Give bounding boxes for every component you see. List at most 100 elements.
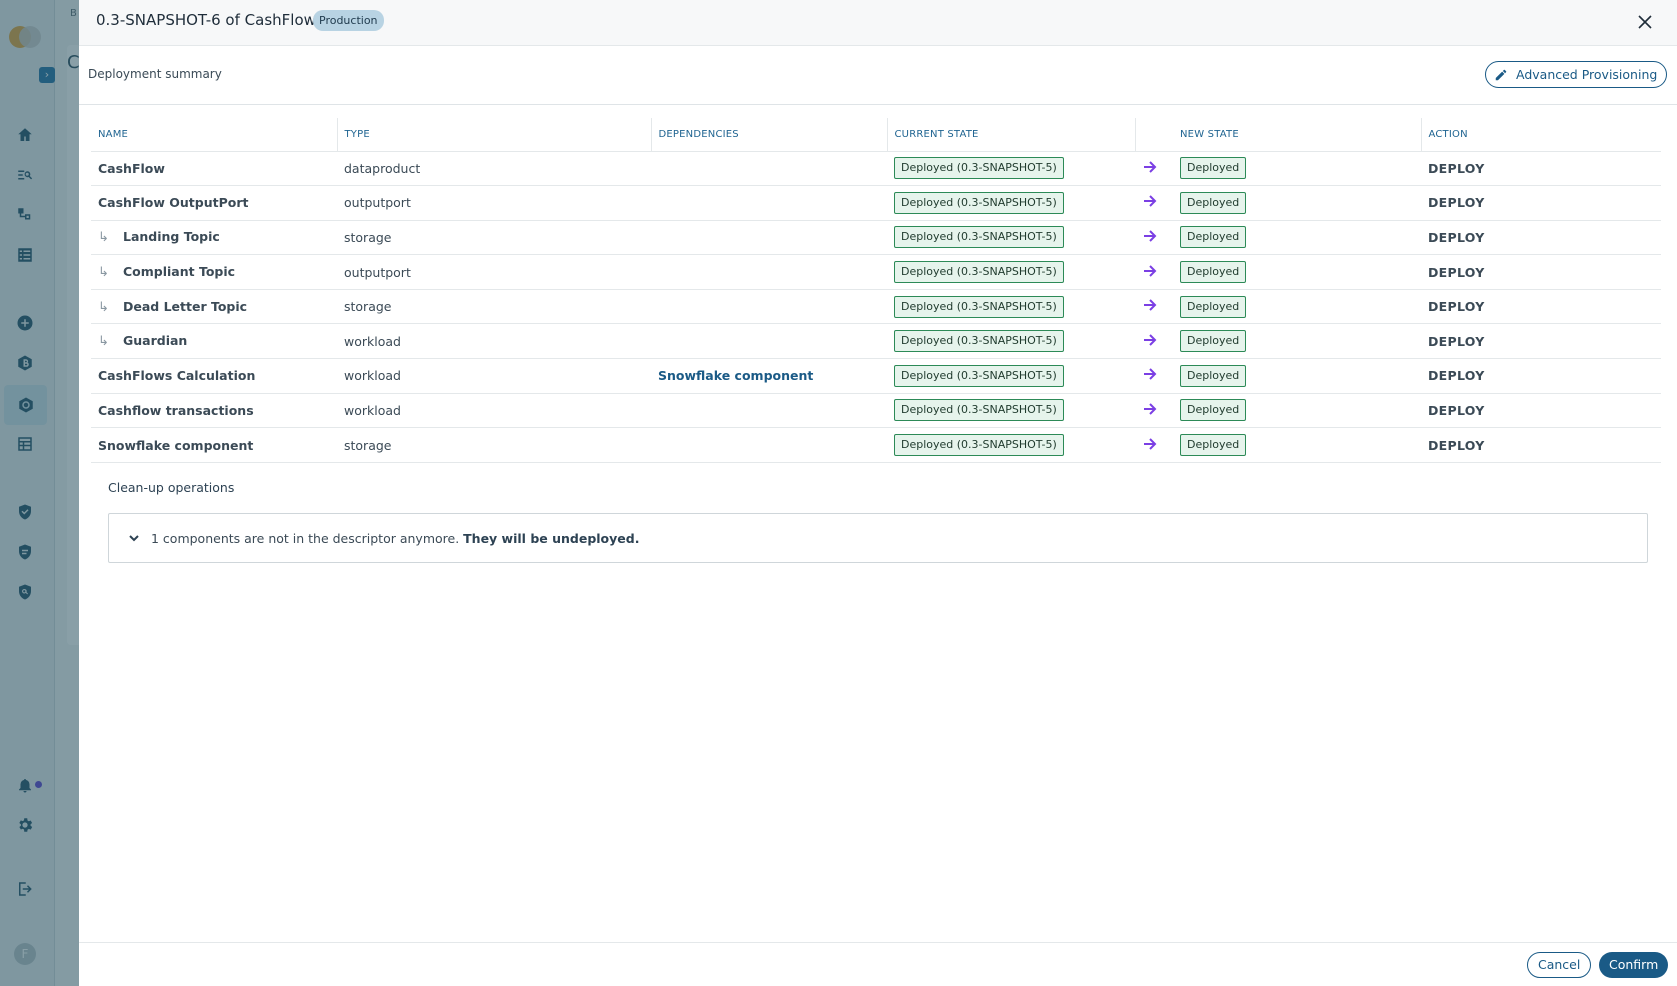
drawer-title: 0.3-SNAPSHOT-6 of CashFlow xyxy=(96,11,316,29)
component-type: workload xyxy=(337,323,651,360)
summary-title: Deployment summary xyxy=(88,67,222,81)
new-state-chip: Deployed xyxy=(1180,261,1247,284)
transition-arrow-cell xyxy=(1135,323,1173,360)
table-row: ↳ Compliant Topic outputport Deployed (0.3-… xyxy=(91,254,1661,290)
chevron-down-icon[interactable] xyxy=(127,531,141,545)
column-header-type: TYPE xyxy=(336,118,651,152)
component-dependency-cell xyxy=(651,289,887,325)
current-state-chip: Deployed (0.3-SNAPSHOT-5) xyxy=(894,157,1064,180)
current-state-cell: Deployed (0.3-SNAPSHOT-5) xyxy=(887,185,1135,221)
advanced-provisioning-label: Advanced Provisioning xyxy=(1516,67,1658,82)
action-label: DEPLOY xyxy=(1421,358,1661,394)
current-state-chip: Deployed (0.3-SNAPSHOT-5) xyxy=(894,434,1064,457)
current-state-cell: Deployed (0.3-SNAPSHOT-5) xyxy=(887,427,1135,463)
transition-arrow-cell xyxy=(1135,151,1173,187)
current-state-cell: Deployed (0.3-SNAPSHOT-5) xyxy=(887,323,1135,360)
child-indent-icon: ↳ xyxy=(98,334,109,350)
component-dependency-cell xyxy=(651,393,887,429)
transition-arrow-cell xyxy=(1135,427,1173,463)
table-row: Cashflow transactions workload Deployed (0… xyxy=(91,393,1661,429)
child-indent-icon: ↳ xyxy=(98,230,109,246)
component-name-cell: Cashflow transactions xyxy=(91,393,337,429)
arrow-right-icon xyxy=(1144,437,1157,450)
column-header-action: ACTION xyxy=(1420,118,1661,152)
arrow-right-icon xyxy=(1144,403,1157,415)
action-label: DEPLOY xyxy=(1421,220,1661,256)
current-state-chip: Deployed (0.3-SNAPSHOT-5) xyxy=(894,399,1064,422)
component-name-cell: CashFlow OutputPort xyxy=(91,185,337,221)
current-state-cell: Deployed (0.3-SNAPSHOT-5) xyxy=(887,254,1135,290)
arrow-right-icon xyxy=(1144,368,1157,381)
component-dependency-cell xyxy=(651,254,887,290)
component-name: Snowflake component xyxy=(98,437,254,453)
table-row: Snowflake component storage Deployed (0.3-… xyxy=(91,427,1661,463)
current-state-cell: Deployed (0.3-SNAPSHOT-5) xyxy=(887,358,1135,394)
component-name-cell: ↳ Guardian xyxy=(91,323,337,360)
drawer-footer: Cancel Confirm xyxy=(79,942,1677,986)
current-state-chip: Deployed (0.3-SNAPSHOT-5) xyxy=(894,364,1064,387)
component-name-cell: ↳ Compliant Topic xyxy=(91,254,337,290)
environment-badge: Production xyxy=(313,10,384,31)
table-row: CashFlow OutputPort outputport Deployed (0… xyxy=(91,185,1661,221)
new-state-cell: Deployed xyxy=(1173,220,1421,256)
component-type: outputport xyxy=(337,185,651,221)
current-state-cell: Deployed (0.3-SNAPSHOT-5) xyxy=(887,393,1135,429)
component-type: workload xyxy=(337,358,651,394)
table-row: ↳ Landing Topic storage Deployed (0.3-SNAPS… xyxy=(91,220,1661,256)
current-state-cell: Deployed (0.3-SNAPSHOT-5) xyxy=(887,151,1135,187)
confirm-button[interactable]: Confirm xyxy=(1599,952,1669,978)
close-icon[interactable] xyxy=(1634,11,1656,33)
child-indent-icon: ↳ xyxy=(98,265,109,281)
action-label: DEPLOY xyxy=(1421,185,1661,221)
cancel-button[interactable]: Cancel xyxy=(1527,952,1592,978)
action-label: DEPLOY xyxy=(1421,323,1661,360)
table-row: CashFlows Calculation workload Snowflake c… xyxy=(91,358,1661,394)
arrow-right-icon xyxy=(1144,334,1157,346)
advanced-provisioning-button[interactable]: Advanced Provisioning xyxy=(1485,61,1668,88)
arrow-right-icon xyxy=(1144,264,1157,277)
component-type: storage xyxy=(337,289,651,325)
new-state-cell: Deployed xyxy=(1173,323,1421,360)
arrow-right-icon xyxy=(1144,299,1157,311)
cleanup-accordion[interactable]: 1 components are not in the descriptor a… xyxy=(108,513,1648,563)
component-name: Dead Letter Topic xyxy=(123,298,248,314)
new-state-chip: Deployed xyxy=(1180,157,1247,180)
component-dependency-cell xyxy=(651,151,887,187)
arrow-right-icon xyxy=(1144,230,1157,242)
drawer-header: 0.3-SNAPSHOT-6 of CashFlow Production xyxy=(79,0,1677,46)
component-name: Guardian xyxy=(123,333,188,349)
dependency-link[interactable]: Snowflake component xyxy=(658,368,813,383)
action-label: DEPLOY xyxy=(1421,289,1661,325)
new-state-chip: Deployed xyxy=(1180,434,1247,457)
component-type: dataproduct xyxy=(337,151,651,187)
column-header-dependencies: DEPENDENCIES xyxy=(650,118,887,152)
column-header-new-state: NEW STATE xyxy=(1173,118,1421,152)
current-state-chip: Deployed (0.3-SNAPSHOT-5) xyxy=(894,226,1064,249)
summary-bar: Deployment summary Advanced Provisioning xyxy=(79,46,1677,105)
component-type: storage xyxy=(337,220,651,256)
component-dependency-cell xyxy=(651,427,887,463)
component-name: Landing Topic xyxy=(123,229,220,245)
transition-arrow-cell xyxy=(1135,289,1173,325)
component-name-cell: ↳ Landing Topic xyxy=(91,220,337,256)
transition-arrow-cell xyxy=(1135,393,1173,429)
pencil-icon xyxy=(1495,69,1507,80)
component-type: outputport xyxy=(337,254,651,290)
cleanup-title: Clean-up operations xyxy=(108,480,235,495)
component-dependency-cell xyxy=(651,220,887,256)
component-name-cell: CashFlows Calculation xyxy=(91,358,337,394)
current-state-chip: Deployed (0.3-SNAPSHOT-5) xyxy=(894,330,1064,353)
column-header-arrow xyxy=(1134,118,1173,152)
component-name: CashFlows Calculation xyxy=(98,368,256,384)
new-state-chip: Deployed xyxy=(1180,295,1247,318)
component-dependency-cell xyxy=(651,185,887,221)
component-type: workload xyxy=(337,393,651,429)
new-state-cell: Deployed xyxy=(1173,254,1421,290)
current-state-cell: Deployed (0.3-SNAPSHOT-5) xyxy=(887,289,1135,325)
cleanup-message: 1 components are not in the descriptor a… xyxy=(151,530,640,546)
table-row: CashFlow dataproduct Deployed (0.3-SNAPSHO… xyxy=(91,151,1661,187)
component-name-cell: ↳ Dead Letter Topic xyxy=(91,289,337,325)
child-indent-icon: ↳ xyxy=(98,299,109,315)
action-label: DEPLOY xyxy=(1421,427,1661,463)
component-name-cell: Snowflake component xyxy=(91,427,337,463)
